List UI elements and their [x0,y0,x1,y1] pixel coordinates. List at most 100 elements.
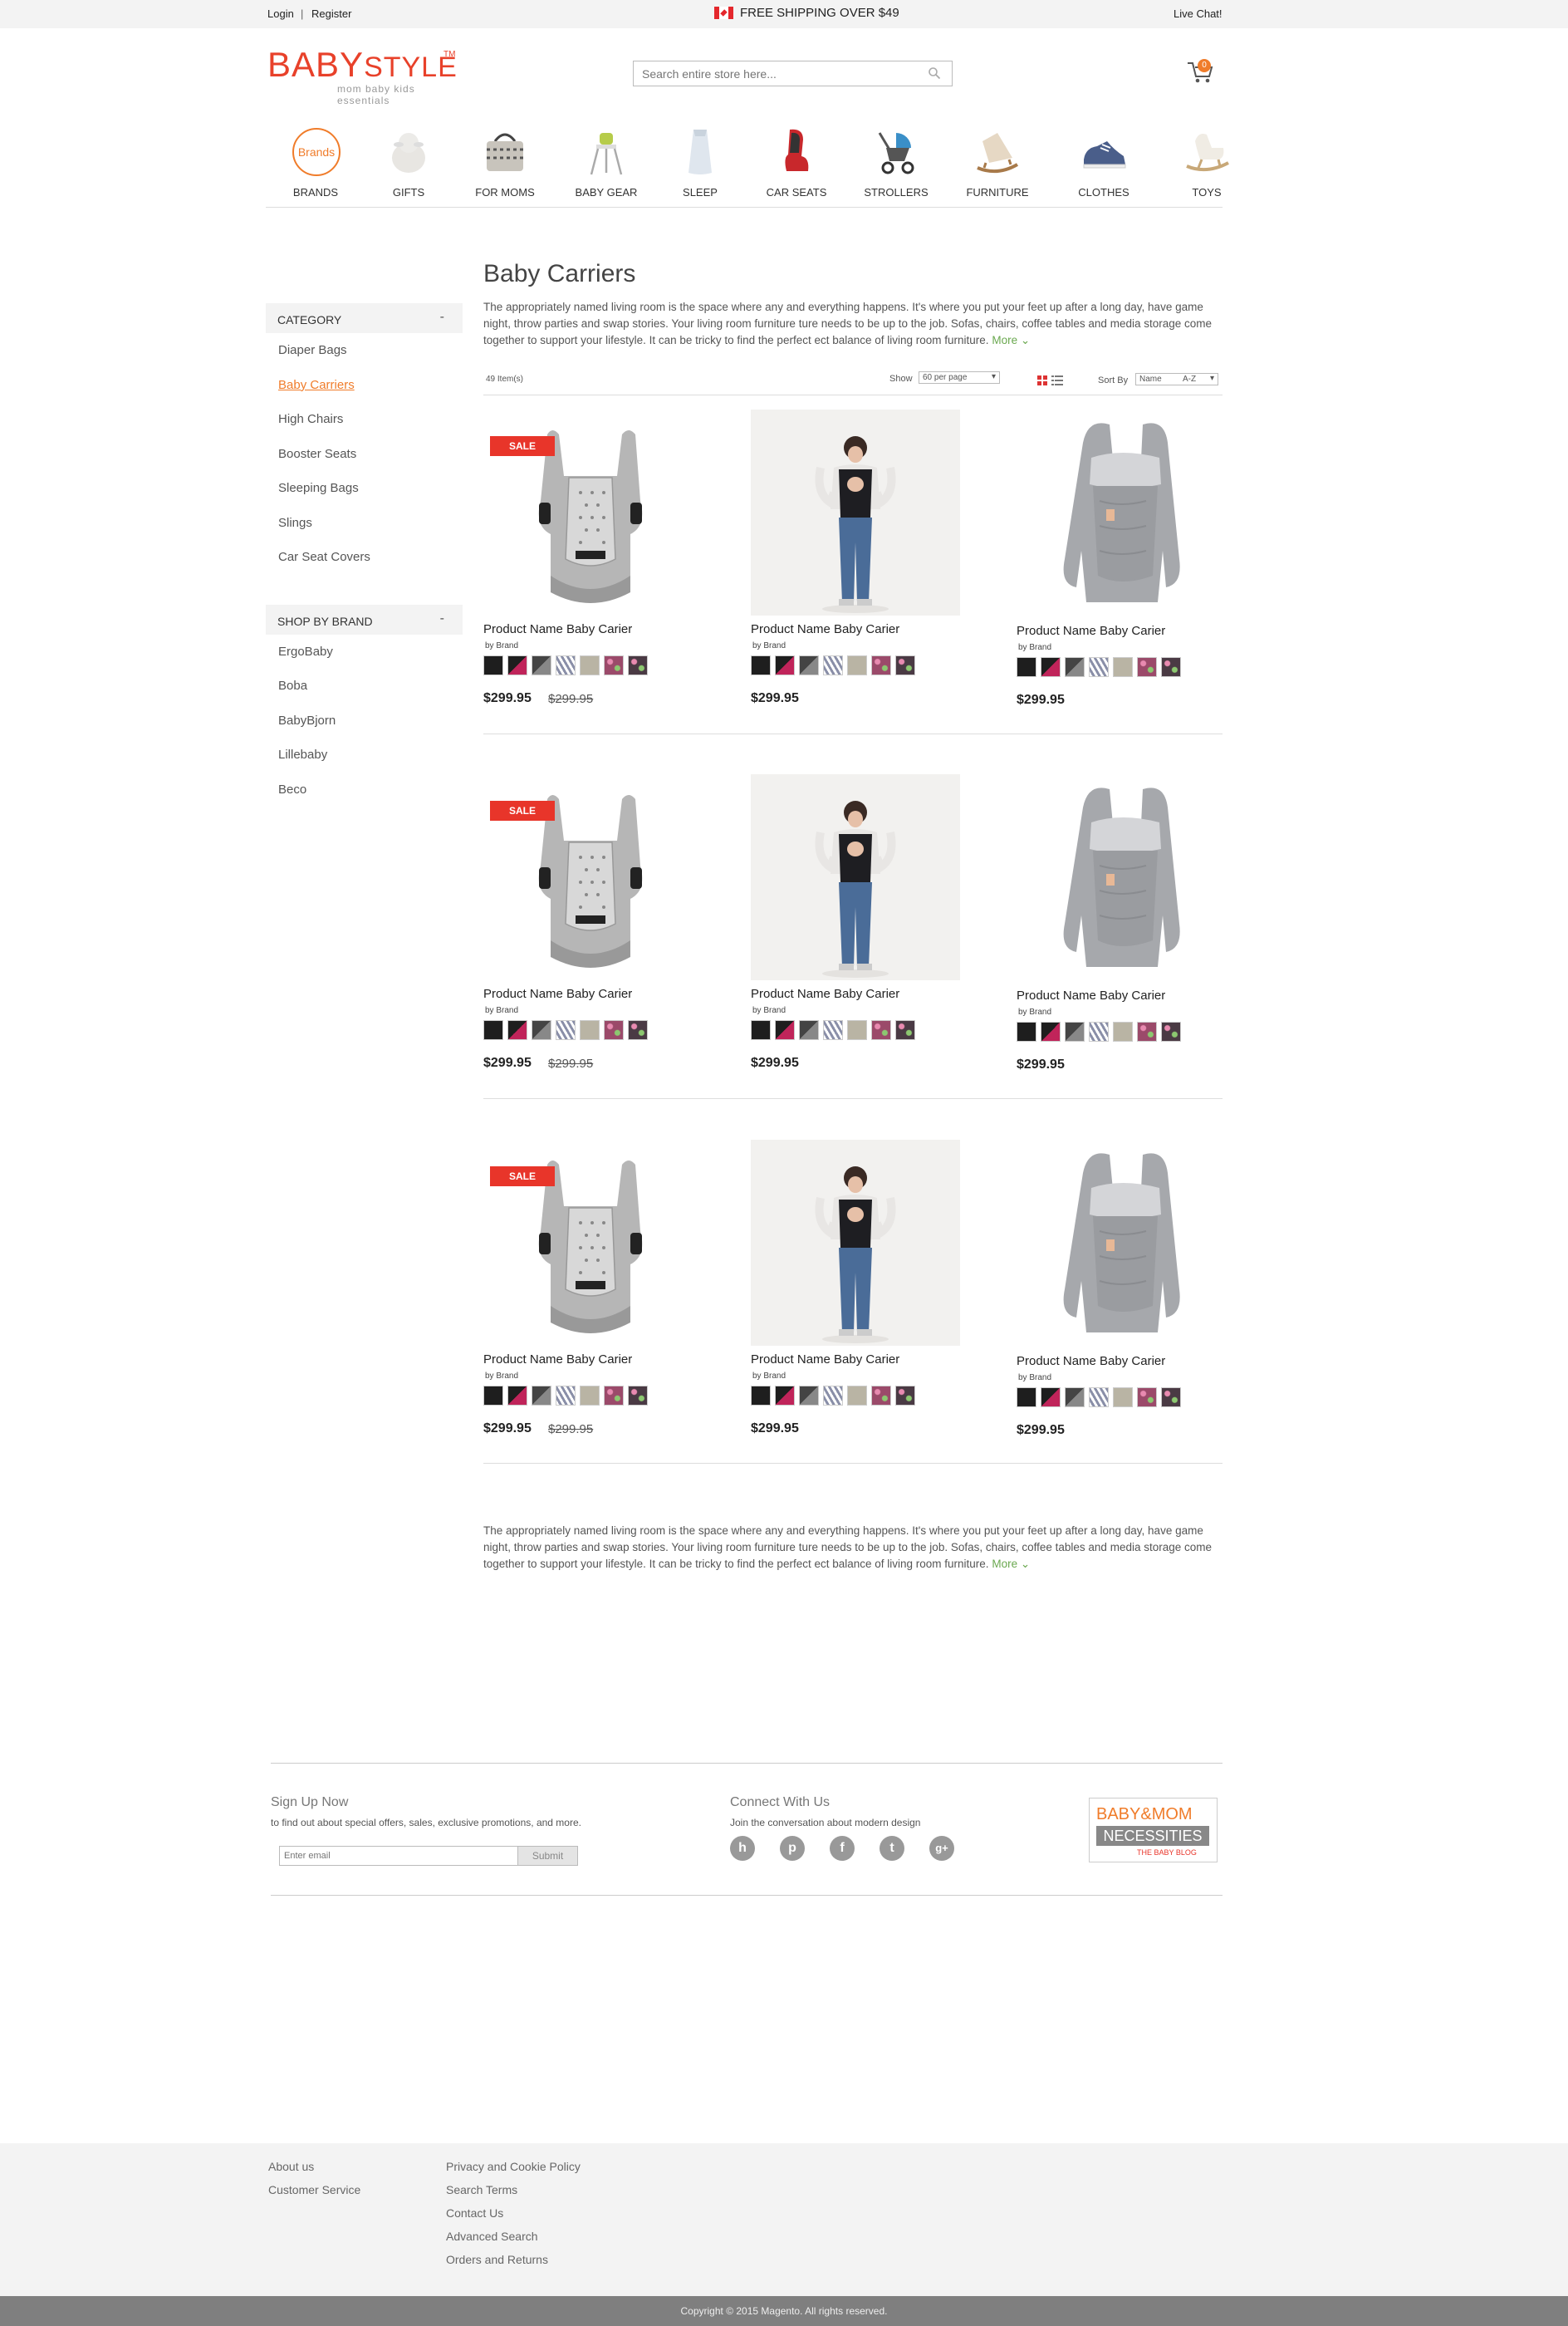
color-swatch[interactable] [1161,1022,1181,1042]
color-swatch[interactable] [871,1386,891,1406]
nav-item-clothes[interactable]: CLOTHES [1054,121,1154,204]
houzz-icon[interactable]: h [730,1836,755,1861]
color-swatch[interactable] [628,1386,648,1406]
collapse-icon[interactable]: - [440,310,444,325]
grey-carrier-image[interactable] [1017,410,1226,616]
brand-link[interactable]: ErgoBaby [278,643,463,678]
woman-carrier-image[interactable] [751,774,960,980]
category-link[interactable]: Baby Carriers [278,376,463,411]
brand-link[interactable]: Boba [278,677,463,712]
product-card[interactable]: SALE Product Name Baby Carier by Brand $299… [483,410,724,767]
product-card[interactable]: SALE Product Name Baby Carier by Brand $299… [483,774,724,1131]
category-link[interactable]: Booster Seats [278,445,463,480]
color-swatch[interactable] [604,1386,624,1406]
nav-item-car-seats[interactable]: CAR SEATS [747,121,846,204]
color-swatch[interactable] [604,655,624,675]
color-swatch[interactable] [751,1020,771,1040]
color-swatch[interactable] [1017,657,1036,677]
nav-item-toys[interactable]: TOYS [1157,121,1257,204]
color-swatch[interactable] [1113,657,1133,677]
list-view-icon[interactable] [1051,375,1063,385]
color-swatch[interactable] [532,1020,551,1040]
product-name[interactable]: Product Name Baby Carier [1017,1354,1165,1368]
color-swatch[interactable] [1065,1022,1085,1042]
register-link[interactable]: Register [311,7,351,20]
color-swatch[interactable] [532,1386,551,1406]
color-swatch[interactable] [895,1386,915,1406]
category-link[interactable]: Car Seat Covers [278,548,463,583]
search-input[interactable] [633,61,953,86]
cart-button[interactable]: 0 [1186,58,1216,85]
live-chat-link[interactable]: Live Chat! [1174,7,1223,20]
color-swatch[interactable] [483,1020,503,1040]
color-swatch[interactable] [799,655,819,675]
login-link[interactable]: Login [267,7,294,20]
color-swatch[interactable] [556,1386,576,1406]
color-swatch[interactable] [1089,657,1109,677]
product-card[interactable]: Product Name Baby Carier by Brand $299.95 [1017,1140,1257,1497]
facebook-icon[interactable]: f [830,1836,855,1861]
color-swatch[interactable] [580,1386,600,1406]
nav-item-sleep[interactable]: SLEEP [650,121,750,204]
footer-link[interactable]: About us [268,2160,314,2173]
color-swatch[interactable] [483,655,503,675]
pinterest-icon[interactable]: p [780,1836,805,1861]
product-name[interactable]: Product Name Baby Carier [751,987,899,1001]
submit-button[interactable]: Submit [517,1846,578,1866]
color-swatch[interactable] [604,1020,624,1040]
color-swatch[interactable] [1041,1022,1061,1042]
twitter-icon[interactable]: t [880,1836,904,1861]
color-swatch[interactable] [751,1386,771,1406]
color-swatch[interactable] [507,1020,527,1040]
color-swatch[interactable] [1137,1022,1157,1042]
color-swatch[interactable] [847,1386,867,1406]
nav-item-brands[interactable]: Brands BRANDS [266,121,365,204]
color-swatch[interactable] [751,655,771,675]
color-swatch[interactable] [556,655,576,675]
grid-view-icon[interactable] [1037,375,1047,385]
color-swatch[interactable] [895,655,915,675]
footer-link[interactable]: Customer Service [268,2183,360,2196]
more-link[interactable]: More ⌄ [992,1558,1030,1570]
product-card[interactable]: Product Name Baby Carier by Brand $299.95 [751,410,992,767]
color-swatch[interactable] [775,1386,795,1406]
category-link[interactable]: Diaper Bags [278,341,463,376]
color-swatch[interactable] [1089,1022,1109,1042]
nav-item-furniture[interactable]: FURNITURE [948,121,1047,204]
color-swatch[interactable] [628,1020,648,1040]
grey-carrier-image[interactable] [1017,1140,1226,1346]
woman-carrier-image[interactable] [751,1140,960,1346]
color-swatch[interactable] [580,655,600,675]
color-swatch[interactable] [507,1386,527,1406]
footer-link[interactable]: Search Terms [446,2183,517,2196]
product-name[interactable]: Product Name Baby Carier [483,1352,632,1367]
color-swatch[interactable] [775,655,795,675]
footer-link[interactable]: Advanced Search [446,2230,538,2243]
brand-filter-header[interactable]: SHOP BY BRAND - [266,604,463,635]
color-swatch[interactable] [871,655,891,675]
email-field[interactable] [279,1846,518,1866]
color-swatch[interactable] [1113,1387,1133,1407]
product-name[interactable]: Product Name Baby Carier [483,622,632,636]
color-swatch[interactable] [871,1020,891,1040]
color-swatch[interactable] [483,1386,503,1406]
color-swatch[interactable] [1065,657,1085,677]
product-name[interactable]: Product Name Baby Carier [483,987,632,1001]
color-swatch[interactable] [823,655,843,675]
color-swatch[interactable] [1089,1387,1109,1407]
brand-link[interactable]: Lillebaby [278,746,463,781]
color-swatch[interactable] [1113,1022,1133,1042]
babystyle-logo[interactable]: BABYSTYLE TM mom baby kids essentials [267,47,458,107]
brand-link[interactable]: BabyBjorn [278,712,463,747]
color-swatch[interactable] [895,1020,915,1040]
color-swatch[interactable] [1161,657,1181,677]
color-swatch[interactable] [1137,657,1157,677]
category-filter-header[interactable]: CATEGORY - [266,303,463,333]
color-swatch[interactable] [507,655,527,675]
search-icon[interactable] [928,66,941,80]
product-card[interactable]: SALE Product Name Baby Carier by Brand $299… [483,1140,724,1497]
sort-select[interactable]: Name A-Z ▾ [1135,373,1218,385]
color-swatch[interactable] [580,1020,600,1040]
nav-item-for-moms[interactable]: FOR MOMS [455,121,555,204]
product-name[interactable]: Product Name Baby Carier [1017,624,1165,638]
